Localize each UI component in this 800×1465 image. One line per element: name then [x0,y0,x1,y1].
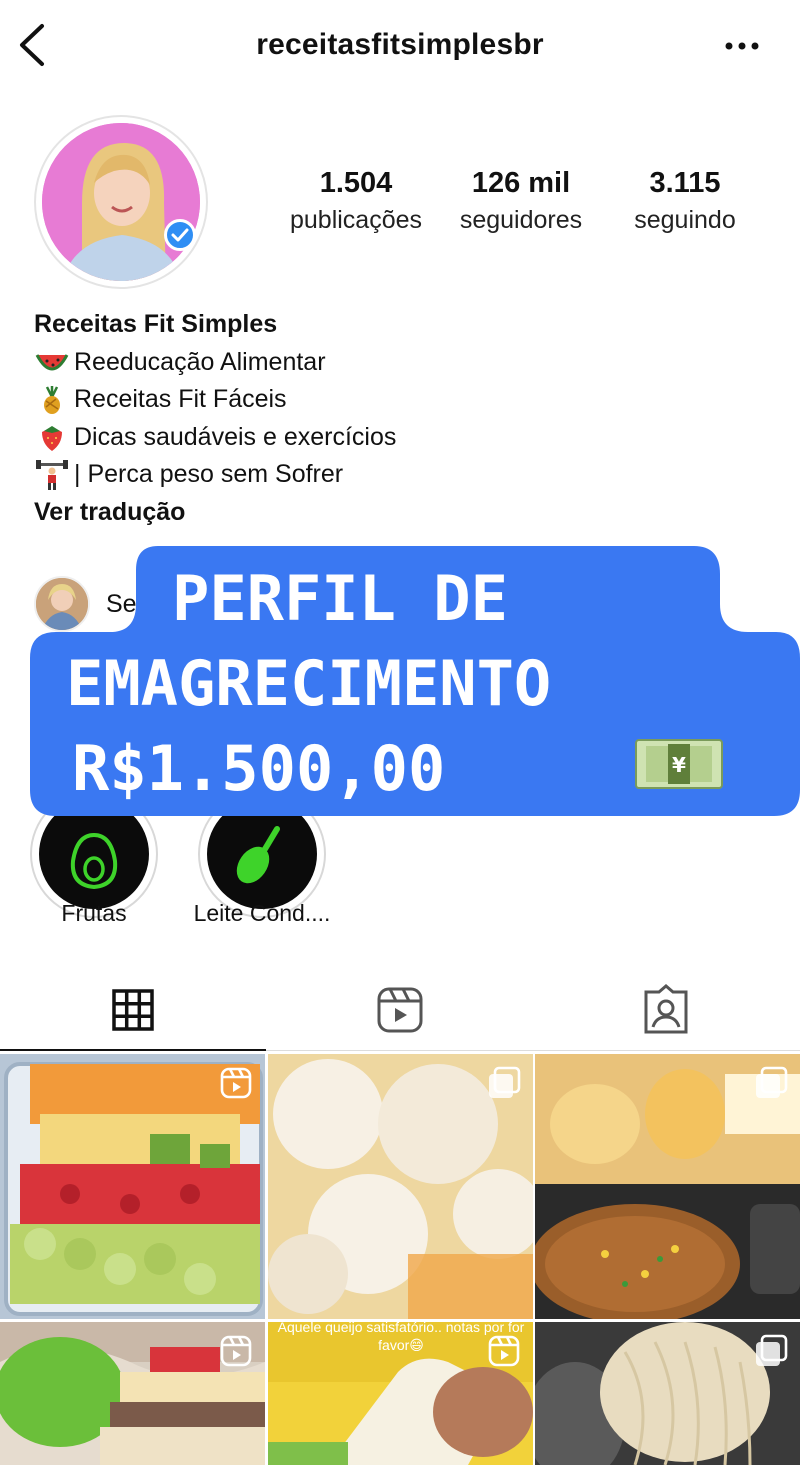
profile-username: receitasfitsimplesbr [256,28,544,61]
stat-followers-label: seguidores [459,206,583,234]
stat-posts-label: publicações [289,206,423,234]
overlay-line-2: EMAGRECIMENTO [66,647,552,720]
profile-avatar[interactable] [34,115,208,289]
highlight-frutas-label: Frutas [61,900,127,926]
overlay-line-1: PERFIL DE [172,562,508,635]
stat-followers[interactable]: 126 mil seguidores [441,166,601,240]
stat-followers-count: 126 mil [471,167,571,199]
post-thumbnail[interactable] [268,1054,533,1319]
money-banknote-icon: ¥ [635,739,723,789]
strawberry-icon [42,426,62,452]
bio-line: Receitas Fit Fáceis [34,381,734,419]
bio-line-text: Reeducação Alimentar [74,347,326,376]
stat-following-label: seguindo [634,206,736,234]
grid-icon [112,989,154,1031]
bio-line: | Perca peso sem Sofrer [34,456,734,494]
active-tab-indicator [0,1049,266,1051]
pineapple-icon [44,385,60,414]
watermelon-icon [35,354,69,371]
reels-icon [220,1067,252,1099]
weightlifter-icon [36,459,68,490]
carousel-icon [756,1066,788,1098]
bio-line: Dicas saudáveis e exercícios [34,419,734,457]
svg-text:¥: ¥ [672,753,686,777]
carousel-icon [489,1066,521,1098]
avatar-photo [42,123,200,281]
stat-posts[interactable]: 1.504 publicações [276,166,436,240]
profile-display-name: Receitas Fit Simples [34,310,278,338]
profile-bio: Receitas Fit Simples Reeducação Alimenta… [34,306,734,531]
reels-tab[interactable] [370,984,430,1038]
stat-following[interactable]: 3.115 seguindo [605,166,765,240]
post-thumbnail[interactable] [535,1054,800,1319]
grid-tab[interactable] [103,984,163,1038]
stat-posts-count: 1.504 [319,167,393,199]
post-thumbnail[interactable] [0,1322,265,1465]
bio-line-text: Receitas Fit Fáceis [74,385,287,413]
carousel-icon [756,1334,788,1366]
bio-line-text: Dicas saudáveis e exercícios [74,422,397,451]
see-translation-link[interactable]: Ver tradução [34,494,734,532]
reels-icon [377,987,423,1033]
bio-line-text: | Perca peso sem Sofrer [74,460,344,488]
post-thumbnail[interactable] [535,1322,800,1465]
verified-badge-icon [164,219,196,251]
more-options-icon[interactable] [722,36,762,56]
tagged-icon [644,984,688,1034]
post-thumbnail[interactable]: Aquele queijo satisfatório.. notas por f… [268,1322,533,1465]
post-thumbnail[interactable] [0,1054,265,1319]
reels-icon [220,1335,252,1367]
highlight-leite-cond-label: Leite Cond.... [193,900,331,926]
tagged-tab[interactable] [636,984,696,1038]
stat-following-count: 3.115 [649,167,721,199]
bio-line: Reeducação Alimentar [34,344,734,382]
reels-icon [488,1335,520,1367]
